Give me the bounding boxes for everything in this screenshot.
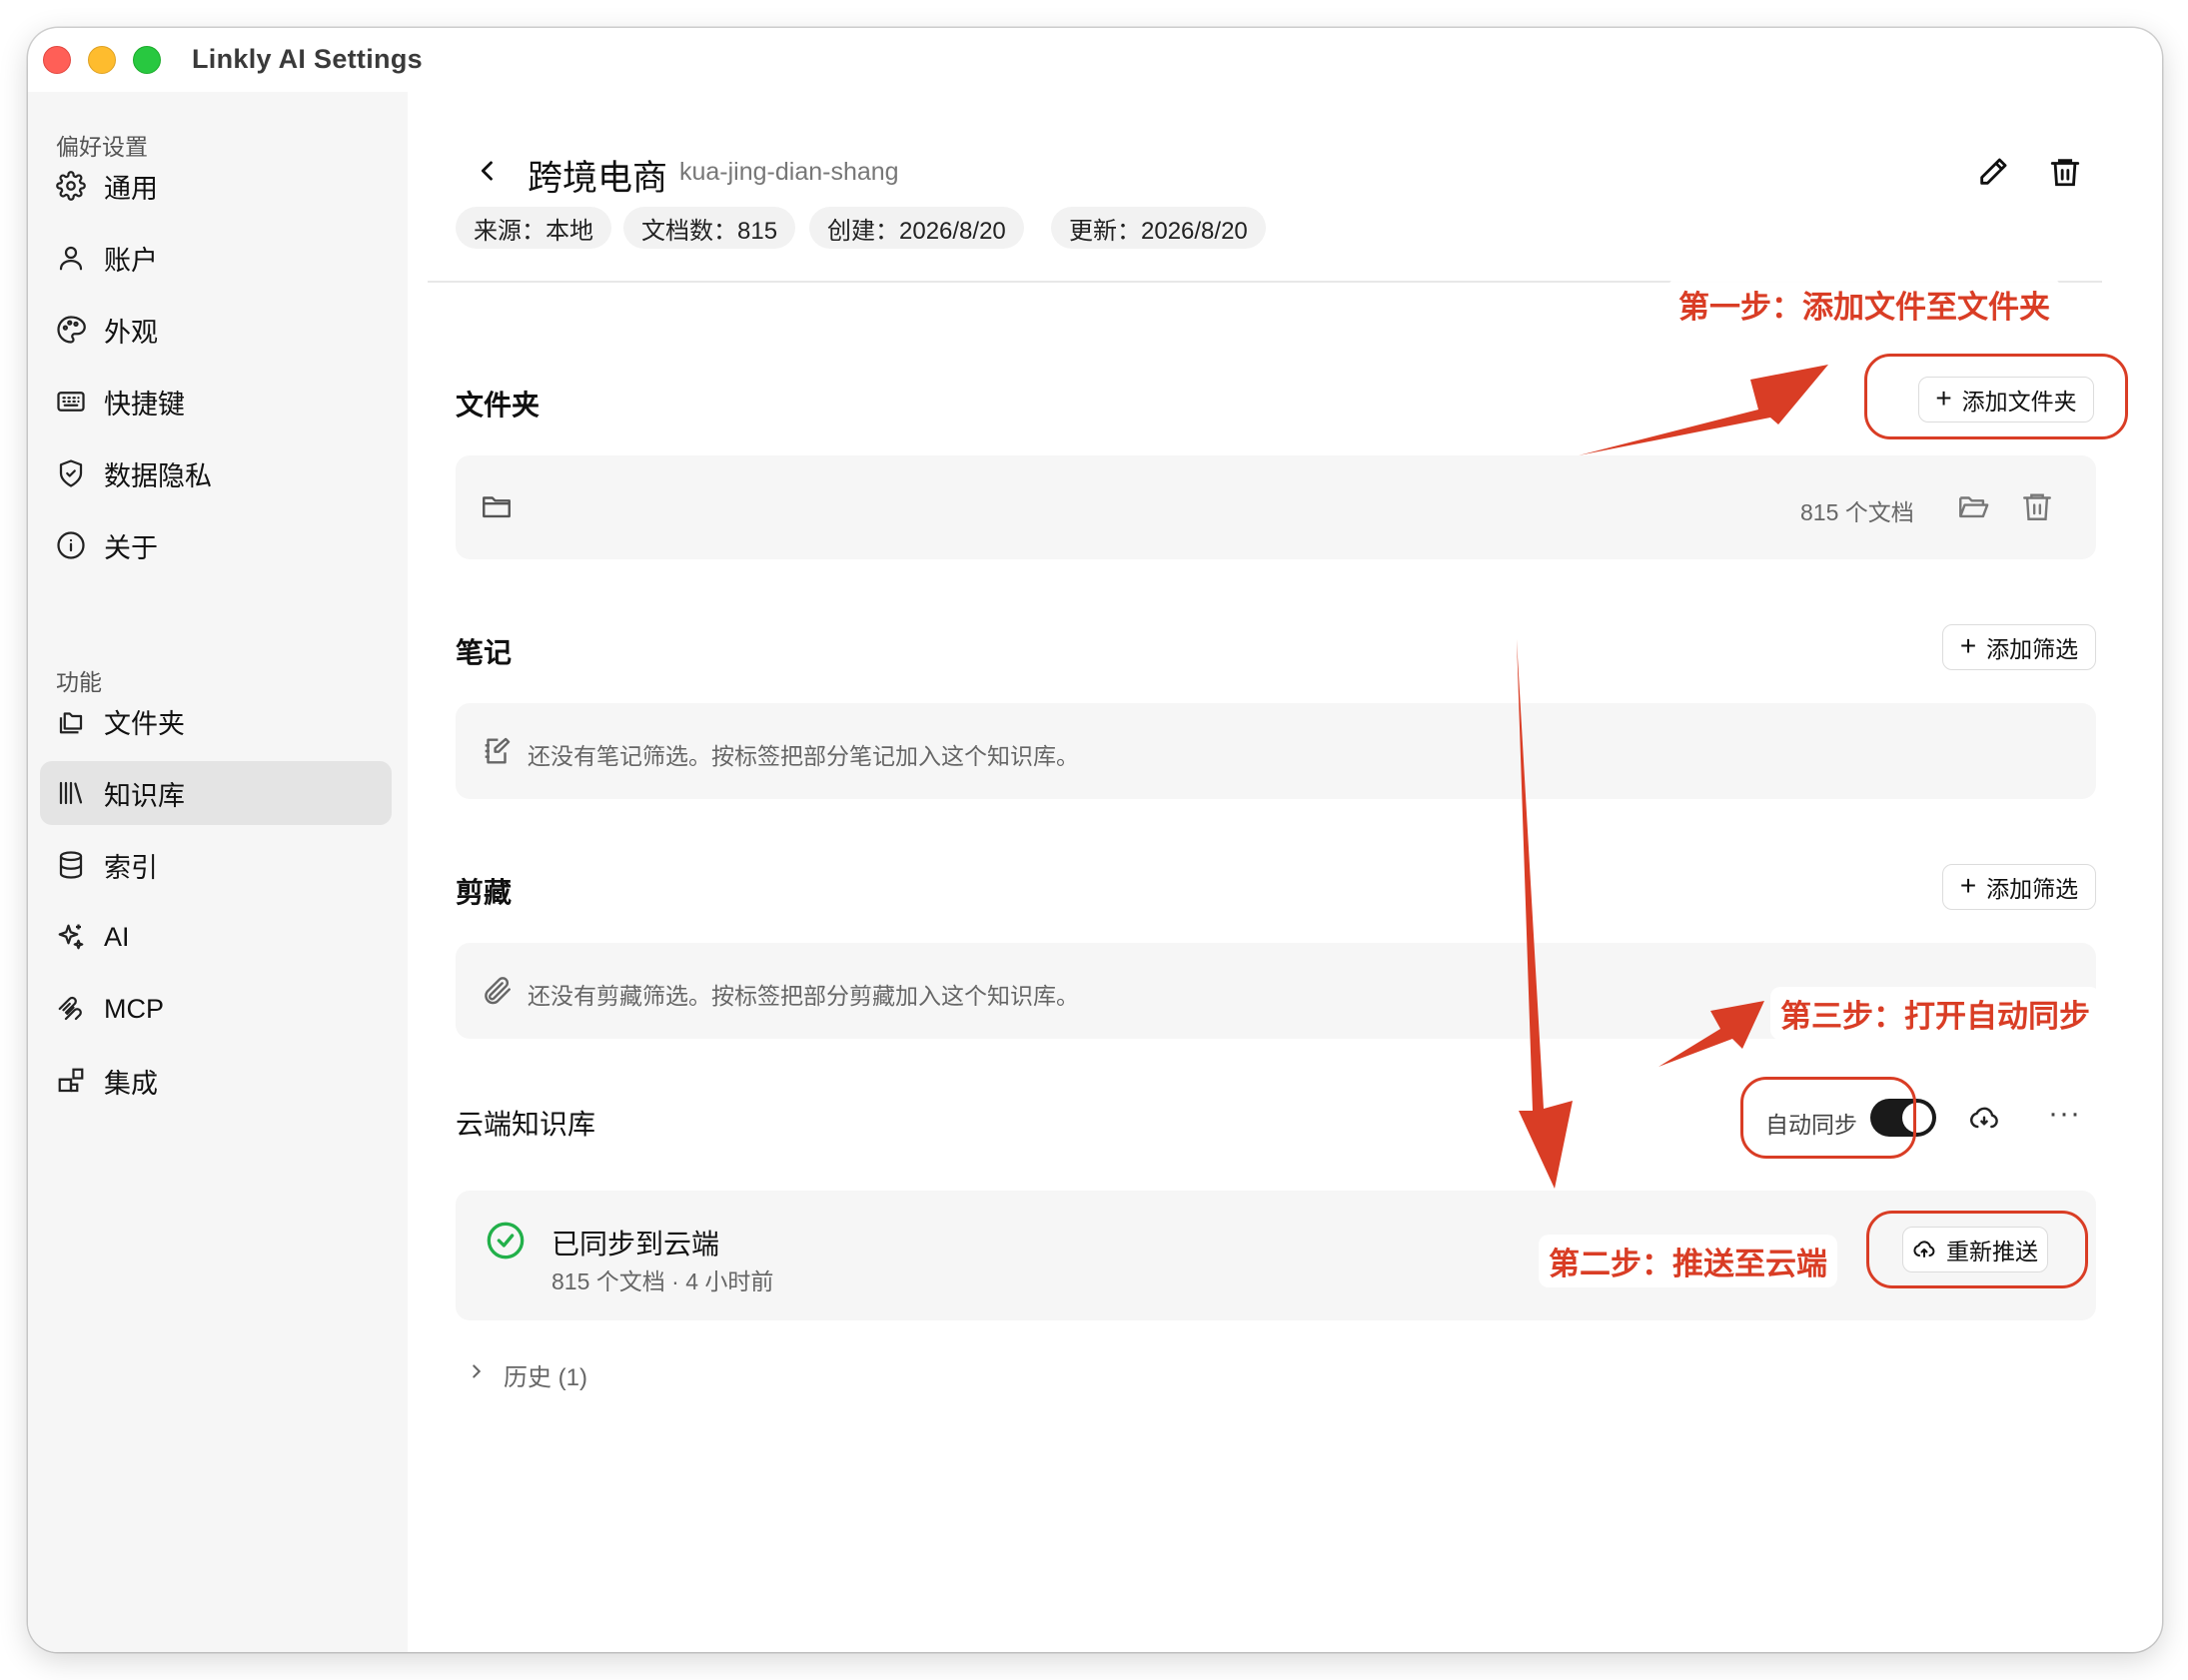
notes-section-title: 笔记 [456, 637, 513, 668]
sidebar: 偏好设置 通用 账户 外观 快捷键 数据隐私 关于 功能 文件夹 知识库 索引 … [28, 92, 408, 1652]
clips-section-title: 剪藏 [456, 877, 513, 908]
clips-empty-text: 还没有剪藏筛选。按标签把部分剪藏加入这个知识库。 [528, 983, 1079, 1009]
note-edit-icon [485, 737, 511, 764]
sidebar-item-label: 关于 [104, 532, 158, 563]
window-title: Linkly AI Settings [192, 44, 423, 74]
cloud-section-title: 云端知识库 [456, 1109, 596, 1140]
plus-icon: + [1959, 869, 1977, 901]
cloud-sync-icon[interactable] [1968, 1103, 2000, 1135]
back-chevron-icon[interactable] [474, 155, 502, 187]
sidebar-item-label: 通用 [104, 173, 158, 204]
mcp-icon [58, 996, 82, 1021]
settings-window: Linkly AI Settings 偏好设置 通用 账户 外观 快捷键 数据隐… [28, 28, 2162, 1652]
sidebar-item-label: 索引 [104, 852, 158, 883]
sidebar-item-folders[interactable]: 文件夹 [40, 689, 392, 753]
add-clips-filter-label: 添加筛选 [1986, 876, 2079, 902]
add-notes-filter-label: 添加筛选 [1986, 636, 2079, 662]
cloud-status-card: 已同步到云端 815 个文档 · 4 小时前 重新推送 [456, 1191, 2096, 1320]
chevron-right-icon[interactable] [466, 1358, 488, 1384]
step1-highlight-box [1864, 354, 2128, 439]
sidebar-item-shortcuts[interactable]: 快捷键 [40, 370, 392, 433]
sidebar-item-index[interactable]: 索引 [40, 833, 392, 897]
meta-created-badge: 创建：2026/8/20 [809, 207, 1024, 249]
remove-folder-trash-icon[interactable] [2020, 489, 2054, 523]
folder-list-item: 815 个文档 [456, 455, 2096, 559]
sparkles-icon [58, 924, 84, 950]
sidebar-item-mcp[interactable]: MCP [40, 977, 392, 1041]
step2-highlight-box [1866, 1211, 2088, 1288]
notes-empty-state: 还没有笔记筛选。按标签把部分笔记加入这个知识库。 [456, 703, 2096, 799]
sidebar-item-label: MCP [104, 993, 164, 1024]
sidebar-item-general[interactable]: 通用 [40, 154, 392, 218]
knowledge-base-title: 跨境电商 [528, 159, 668, 198]
sidebar-item-account[interactable]: 账户 [40, 226, 392, 290]
close-window-button[interactable] [43, 46, 71, 74]
step2-annotation: 第二步：推送至云端 [1539, 1235, 1837, 1287]
keyboard-icon [57, 392, 85, 412]
minimize-window-button[interactable] [88, 46, 116, 74]
meta-updated-badge: 更新：2026/8/20 [1051, 207, 1266, 249]
library-icon [59, 781, 83, 805]
step1-annotation: 第一步：添加文件至文件夹 [1668, 278, 2060, 331]
check-circle-icon [487, 1222, 525, 1260]
user-icon [59, 246, 83, 271]
sidebar-item-appearance[interactable]: 外观 [40, 298, 392, 362]
folder-doc-count: 815 个文档 [1800, 499, 1914, 525]
sidebar-item-label: 外观 [104, 317, 158, 348]
sidebar-item-label: 数据隐私 [104, 460, 212, 491]
sidebar-item-integrations[interactable]: 集成 [40, 1049, 392, 1113]
meta-docs-badge: 文档数：815 [623, 207, 796, 249]
paperclip-icon [485, 977, 511, 1005]
sidebar-item-label: 知识库 [104, 780, 185, 811]
open-folder-icon[interactable] [1956, 489, 1990, 523]
sidebar-item-knowledge-base[interactable]: 知识库 [40, 761, 392, 825]
add-clips-filter-button[interactable]: + 添加筛选 [1942, 864, 2096, 910]
sidebar-item-privacy[interactable]: 数据隐私 [40, 441, 392, 505]
sidebar-item-label: 账户 [104, 245, 158, 276]
more-options-icon[interactable]: ··· [2048, 1097, 2081, 1131]
blocks-icon [58, 1068, 84, 1093]
sidebar-item-label: 集成 [104, 1068, 158, 1099]
sidebar-item-ai[interactable]: AI [40, 905, 392, 969]
sidebar-item-label: 文件夹 [104, 708, 185, 739]
gear-icon [56, 171, 86, 201]
plus-icon: + [1959, 629, 1977, 661]
step3-highlight-box [1740, 1077, 1916, 1159]
sidebar-item-label: AI [104, 921, 130, 952]
step3-annotation: 第三步：打开自动同步 [1770, 987, 2100, 1040]
folders-section-title: 文件夹 [456, 390, 541, 420]
palette-icon [57, 316, 86, 344]
folders-icon [59, 712, 83, 734]
info-icon [57, 531, 85, 559]
zoom-window-button[interactable] [133, 46, 161, 74]
sync-status-subtitle: 815 个文档 · 4 小时前 [551, 1268, 774, 1294]
shield-icon [59, 459, 83, 487]
delete-trash-icon[interactable] [2048, 155, 2082, 189]
history-toggle[interactable]: 历史 (1) [504, 1357, 587, 1392]
sidebar-item-label: 快捷键 [104, 389, 185, 420]
notes-empty-text: 还没有笔记筛选。按标签把部分笔记加入这个知识库。 [528, 743, 1079, 769]
sidebar-item-about[interactable]: 关于 [40, 513, 392, 577]
edit-pencil-icon[interactable] [1976, 155, 2010, 189]
meta-source-badge: 来源：本地 [456, 207, 611, 249]
add-notes-filter-button[interactable]: + 添加筛选 [1942, 624, 2096, 670]
sync-status-title: 已同步到云端 [551, 1229, 720, 1260]
folder-icon [483, 496, 511, 518]
title-bar: Linkly AI Settings [28, 28, 2162, 92]
knowledge-base-slug: kua-jing-dian-shang [679, 158, 899, 186]
database-icon [59, 851, 83, 879]
